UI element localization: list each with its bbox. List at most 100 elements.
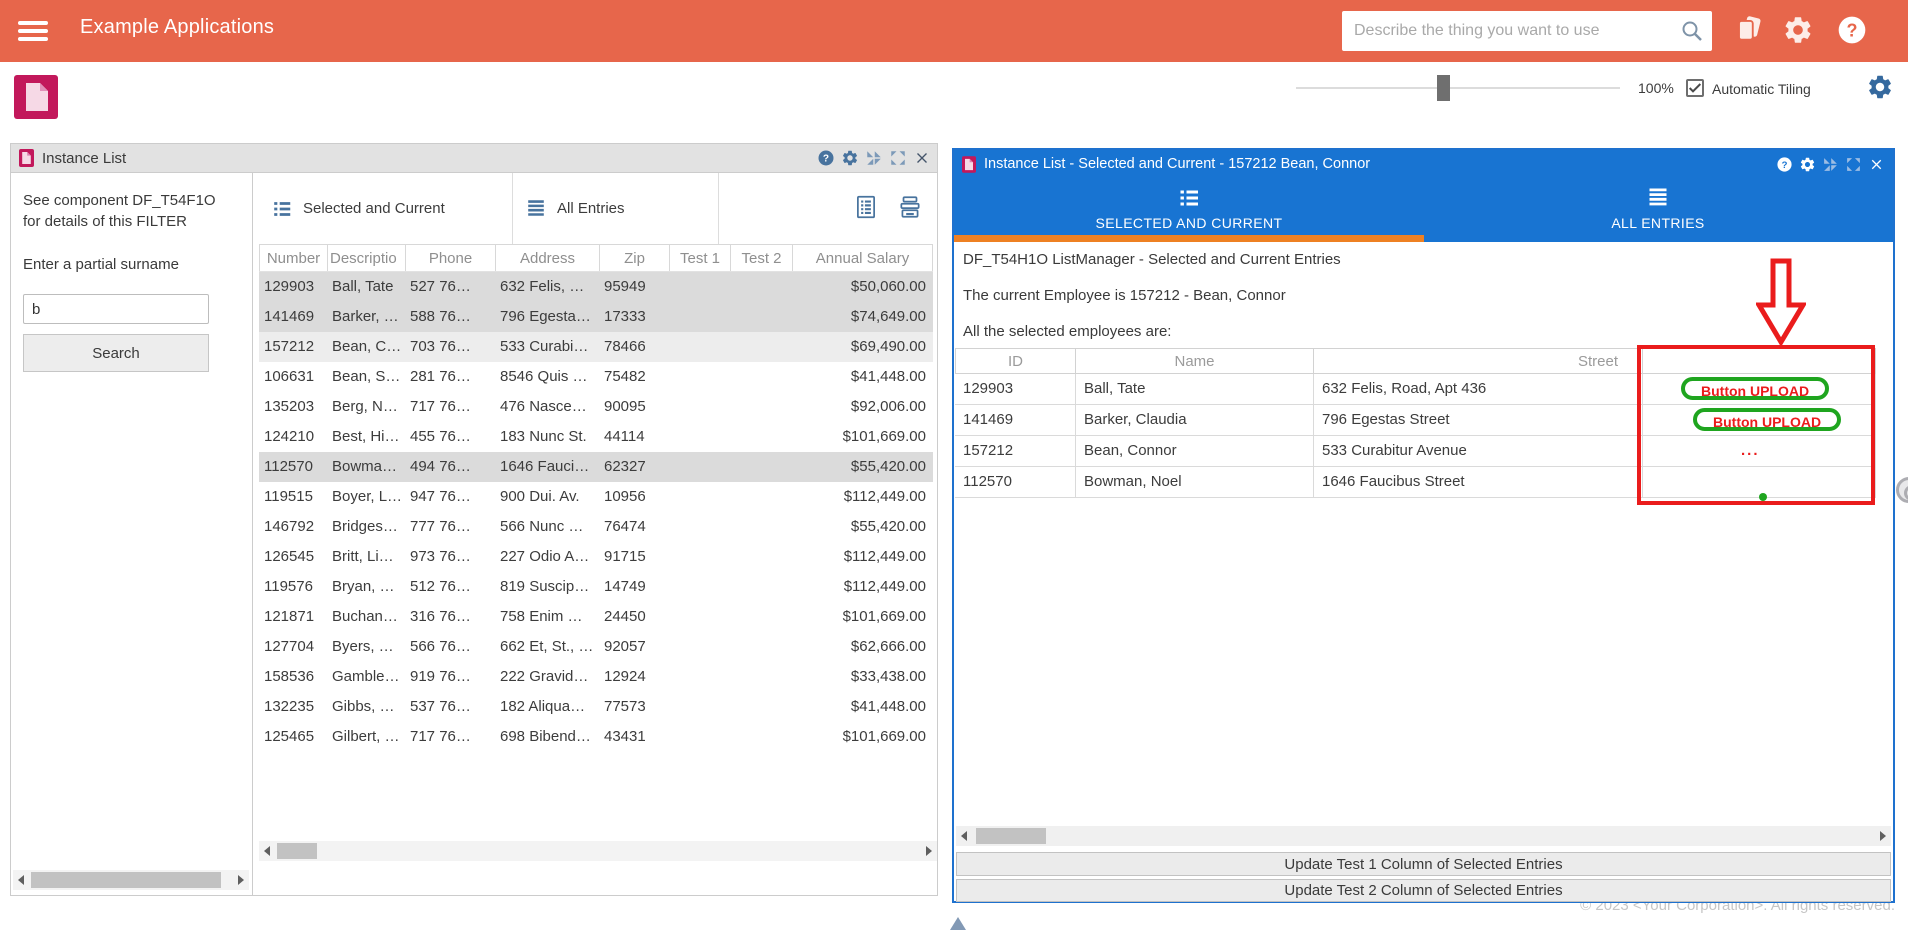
tab-all-entries[interactable]: ALL ENTRIES <box>1423 178 1893 242</box>
clipped-triangle-icon <box>950 917 966 930</box>
scrollbar-thumb[interactable] <box>31 872 221 888</box>
report-view-icon[interactable] <box>853 194 879 220</box>
automatic-tiling-checkbox[interactable] <box>1686 79 1704 97</box>
cell-test2 <box>730 572 792 602</box>
column-header[interactable]: Descriptio <box>327 245 405 271</box>
zoom-slider[interactable] <box>1296 87 1620 89</box>
table-row[interactable]: 132235 Gibbs, … 537 76… 182 Aliqua… 7757… <box>259 692 933 722</box>
tile-out-icon[interactable] <box>1845 156 1862 173</box>
cell-salary: $62,666.00 <box>850 638 926 655</box>
tab-selected-and-current[interactable]: SELECTED AND CURRENT <box>954 178 1424 242</box>
scrollbar-thumb[interactable] <box>976 828 1046 844</box>
table-row[interactable]: 135203 Berg, N… 717 76… 476 Nasce… 90095… <box>259 392 933 422</box>
employee-table: Number Descriptio Phone Address Zip Test 1 Tes… <box>259 244 933 752</box>
table-row[interactable]: 146792 Bridges… 777 76… 566 Nunc … 76474… <box>259 512 933 542</box>
scroll-right-icon[interactable] <box>926 846 932 856</box>
window-help-icon[interactable] <box>817 149 835 167</box>
table-row[interactable]: 119515 Boyer, L… 947 76… 900 Dui. Av. 10… <box>259 482 933 512</box>
hamburger-menu-icon[interactable] <box>18 21 48 41</box>
column-header[interactable]: Test 2 <box>730 245 792 271</box>
table-row[interactable]: 121871 Buchan… 316 76… 758 Enim … 24450 … <box>259 602 933 632</box>
tab-all-entries[interactable]: All Entries <box>513 173 719 244</box>
cell-number: 124210 <box>264 428 315 445</box>
tab-selected-and-current[interactable]: Selected and Current <box>259 173 513 244</box>
cell-description: Bean, C… <box>332 338 402 355</box>
cell-test2 <box>730 482 792 512</box>
app-document-icon[interactable] <box>14 75 58 119</box>
surname-prompt: Enter a partial surname <box>23 256 179 273</box>
cell-address: 222 Gravid… <box>500 668 589 685</box>
tile-out-icon[interactable] <box>889 149 907 167</box>
right-window-titlebar[interactable]: Instance List - Selected and Current - 1… <box>954 150 1893 178</box>
table-row[interactable]: 119576 Bryan, … 512 76… 819 Suscip… 1474… <box>259 572 933 602</box>
scroll-right-icon[interactable] <box>238 875 244 885</box>
table-row[interactable]: 126545 Britt, Li… 973 76… 227 Odio A… 91… <box>259 542 933 572</box>
scroll-left-icon[interactable] <box>18 875 24 885</box>
scroll-left-icon[interactable] <box>961 831 967 841</box>
scrollbar-thumb[interactable] <box>277 843 317 859</box>
tile-in-icon[interactable] <box>1822 156 1839 173</box>
table-row[interactable]: 112570 Bowma… 494 76… 1646 Fauci… 62327 … <box>259 452 933 482</box>
table-row[interactable]: 127704 Byers, … 566 76… 662 Et, St., … 9… <box>259 632 933 662</box>
global-search[interactable] <box>1342 11 1712 51</box>
zoom-slider-handle[interactable] <box>1437 75 1450 101</box>
surname-input[interactable] <box>23 294 209 324</box>
table-row[interactable]: 157212 Bean, Connor 533 Curabitur Avenue… <box>955 436 1876 467</box>
column-header[interactable]: ID <box>955 349 1075 373</box>
column-header[interactable]: Name <box>1075 349 1313 373</box>
cell-test2 <box>730 392 792 422</box>
help-icon[interactable] <box>1836 14 1868 46</box>
cell-salary: $112,449.00 <box>843 548 926 565</box>
table-row[interactable]: 106631 Bean, S… 281 76… 8546 Quis … 7548… <box>259 362 933 392</box>
column-header[interactable]: Test 1 <box>669 245 730 271</box>
printer-icon[interactable] <box>897 194 923 220</box>
table-row[interactable]: 141469 Barker, Claudia 796 Egestas Stree… <box>955 405 1876 436</box>
close-icon[interactable] <box>1868 156 1885 173</box>
update-test2-button[interactable]: Update Test 2 Column of Selected Entries <box>956 879 1891 902</box>
bars-icon <box>525 198 547 220</box>
cell-street: 533 Curabitur Avenue <box>1313 436 1642 466</box>
search-button[interactable]: Search <box>23 334 209 372</box>
column-header[interactable]: Address <box>495 245 599 271</box>
window-settings-icon[interactable] <box>841 149 859 167</box>
table-row[interactable]: 129903 Ball, Tate 632 Felis, Road, Apt 4… <box>955 374 1876 405</box>
scroll-right-icon[interactable] <box>1880 831 1886 841</box>
update-test1-button[interactable]: Update Test 1 Column of Selected Entries <box>956 852 1891 876</box>
scroll-left-icon[interactable] <box>264 846 270 856</box>
column-header[interactable]: Annual Salary <box>792 245 933 271</box>
cell-zip: 43431 <box>604 728 646 745</box>
right-horizontal-scrollbar[interactable] <box>956 826 1891 846</box>
search-input[interactable] <box>1342 22 1680 40</box>
table-horizontal-scrollbar[interactable] <box>259 841 937 861</box>
cell-zip: 10956 <box>604 488 646 505</box>
cell-number: 119515 <box>264 488 313 505</box>
column-header[interactable] <box>1642 349 1876 373</box>
gear-icon[interactable] <box>1782 14 1814 46</box>
close-icon[interactable] <box>913 149 931 167</box>
table-row[interactable]: 158536 Gamble… 919 76… 222 Gravid… 12924… <box>259 662 933 692</box>
cell-phone: 919 76… <box>410 668 471 685</box>
cell-salary: $74,649.00 <box>850 308 926 325</box>
left-window-titlebar[interactable]: Instance List <box>11 144 937 173</box>
column-header[interactable]: Number <box>259 245 327 271</box>
column-header[interactable]: Zip <box>599 245 669 271</box>
tiling-settings-gear-icon[interactable] <box>1866 73 1894 101</box>
column-header[interactable]: Phone <box>405 245 495 271</box>
tile-in-icon[interactable] <box>865 149 883 167</box>
window-settings-icon[interactable] <box>1799 156 1816 173</box>
window-help-icon[interactable] <box>1776 156 1793 173</box>
column-header[interactable]: Street <box>1313 349 1642 373</box>
table-row[interactable]: 129903 Ball, Tate 527 76… 632 Felis, … 9… <box>259 272 933 302</box>
sidebar-horizontal-scrollbar[interactable] <box>13 870 249 890</box>
table-row[interactable]: 125465 Gilbert, … 717 76… 698 Bibend… 43… <box>259 722 933 752</box>
table-header-row[interactable]: Number Descriptio Phone Address Zip Test 1 Tes… <box>259 244 933 272</box>
table-row[interactable]: 141469 Barker, … 588 76… 796 Egesta… 173… <box>259 302 933 332</box>
table-row[interactable]: 112570 Bowman, Noel 1646 Faucibus Street <box>955 467 1876 501</box>
cell-number: 129903 <box>264 278 315 295</box>
search-icon[interactable] <box>1680 19 1704 43</box>
cell-test1 <box>669 722 730 752</box>
cards-icon[interactable] <box>1734 14 1764 44</box>
table-row[interactable]: 124210 Best, Hi… 455 76… 183 Nunc St. 44… <box>259 422 933 452</box>
table-row[interactable]: 157212 Bean, C… 703 76… 533 Curabi… 7846… <box>259 332 933 362</box>
table-header-row[interactable]: ID Name Street <box>955 348 1876 374</box>
